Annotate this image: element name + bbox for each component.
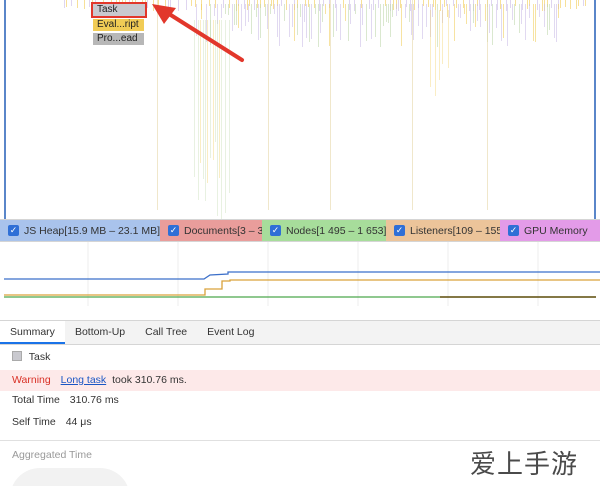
- checkbox-icon[interactable]: ✓: [394, 225, 405, 236]
- counter-listeners[interactable]: ✓ Listeners[109 – 155]: [386, 220, 505, 241]
- counter-label: JS Heap[15.9 MB – 23.1 MB]: [24, 224, 160, 237]
- self-time-row: Self Time 44 μs: [0, 412, 600, 433]
- aggregated-pie-chart: [10, 468, 130, 486]
- counter-js-heap[interactable]: ✓ JS Heap[15.9 MB – 23.1 MB]: [0, 220, 160, 241]
- warning-label: Warning: [12, 374, 51, 386]
- summary-task-row: Task: [0, 347, 600, 368]
- tab-call-tree[interactable]: Call Tree: [135, 321, 197, 344]
- total-time-label: Total Time: [12, 394, 60, 406]
- line-listeners: [4, 279, 600, 296]
- summary-task-label: Task: [28, 351, 51, 363]
- counter-documents[interactable]: ✓ Documents[3 – 3]: [160, 220, 266, 241]
- long-task-link[interactable]: Long task: [61, 374, 107, 386]
- site-watermark: 爱上手游网: [470, 450, 579, 486]
- flame-chart[interactable]: Task Eval...ript Pro...ead: [0, 0, 600, 219]
- annotation-arrow: [152, 4, 244, 62]
- task-color-swatch: [12, 351, 22, 361]
- self-time-label: Self Time: [12, 416, 56, 428]
- warning-row: Warning Long task took 310.76 ms.: [0, 370, 600, 391]
- line-js-heap: [4, 271, 600, 280]
- checkbox-icon[interactable]: ✓: [270, 225, 281, 236]
- details-tabs: Summary Bottom-Up Call Tree Event Log: [0, 320, 600, 345]
- counter-label: Documents[3 – 3]: [184, 224, 267, 237]
- total-time-value: 310.76 ms: [69, 394, 119, 406]
- checkbox-icon[interactable]: ✓: [8, 225, 19, 236]
- checkbox-icon[interactable]: ✓: [168, 225, 179, 236]
- memory-graph[interactable]: [0, 242, 600, 306]
- checkbox-icon[interactable]: ✓: [508, 225, 519, 236]
- counter-gpu-memory[interactable]: ✓ GPU Memory: [500, 220, 600, 241]
- warning-text: took 310.76 ms.: [112, 374, 187, 386]
- tab-summary[interactable]: Summary: [0, 321, 65, 344]
- memory-counters-bar: ✓ JS Heap[15.9 MB – 23.1 MB] ✓ Documents…: [0, 219, 600, 242]
- counter-label: GPU Memory: [524, 224, 588, 237]
- tab-bottom-up[interactable]: Bottom-Up: [65, 321, 135, 344]
- counter-label: Listeners[109 – 155]: [410, 224, 506, 237]
- section-divider: [0, 440, 600, 441]
- tab-event-log[interactable]: Event Log: [197, 321, 264, 344]
- counter-label: Nodes[1 495 – 1 653]: [286, 224, 387, 237]
- counter-nodes[interactable]: ✓ Nodes[1 495 – 1 653]: [262, 220, 386, 241]
- self-time-value: 44 μs: [65, 416, 92, 428]
- total-time-row: Total Time 310.76 ms: [0, 390, 600, 411]
